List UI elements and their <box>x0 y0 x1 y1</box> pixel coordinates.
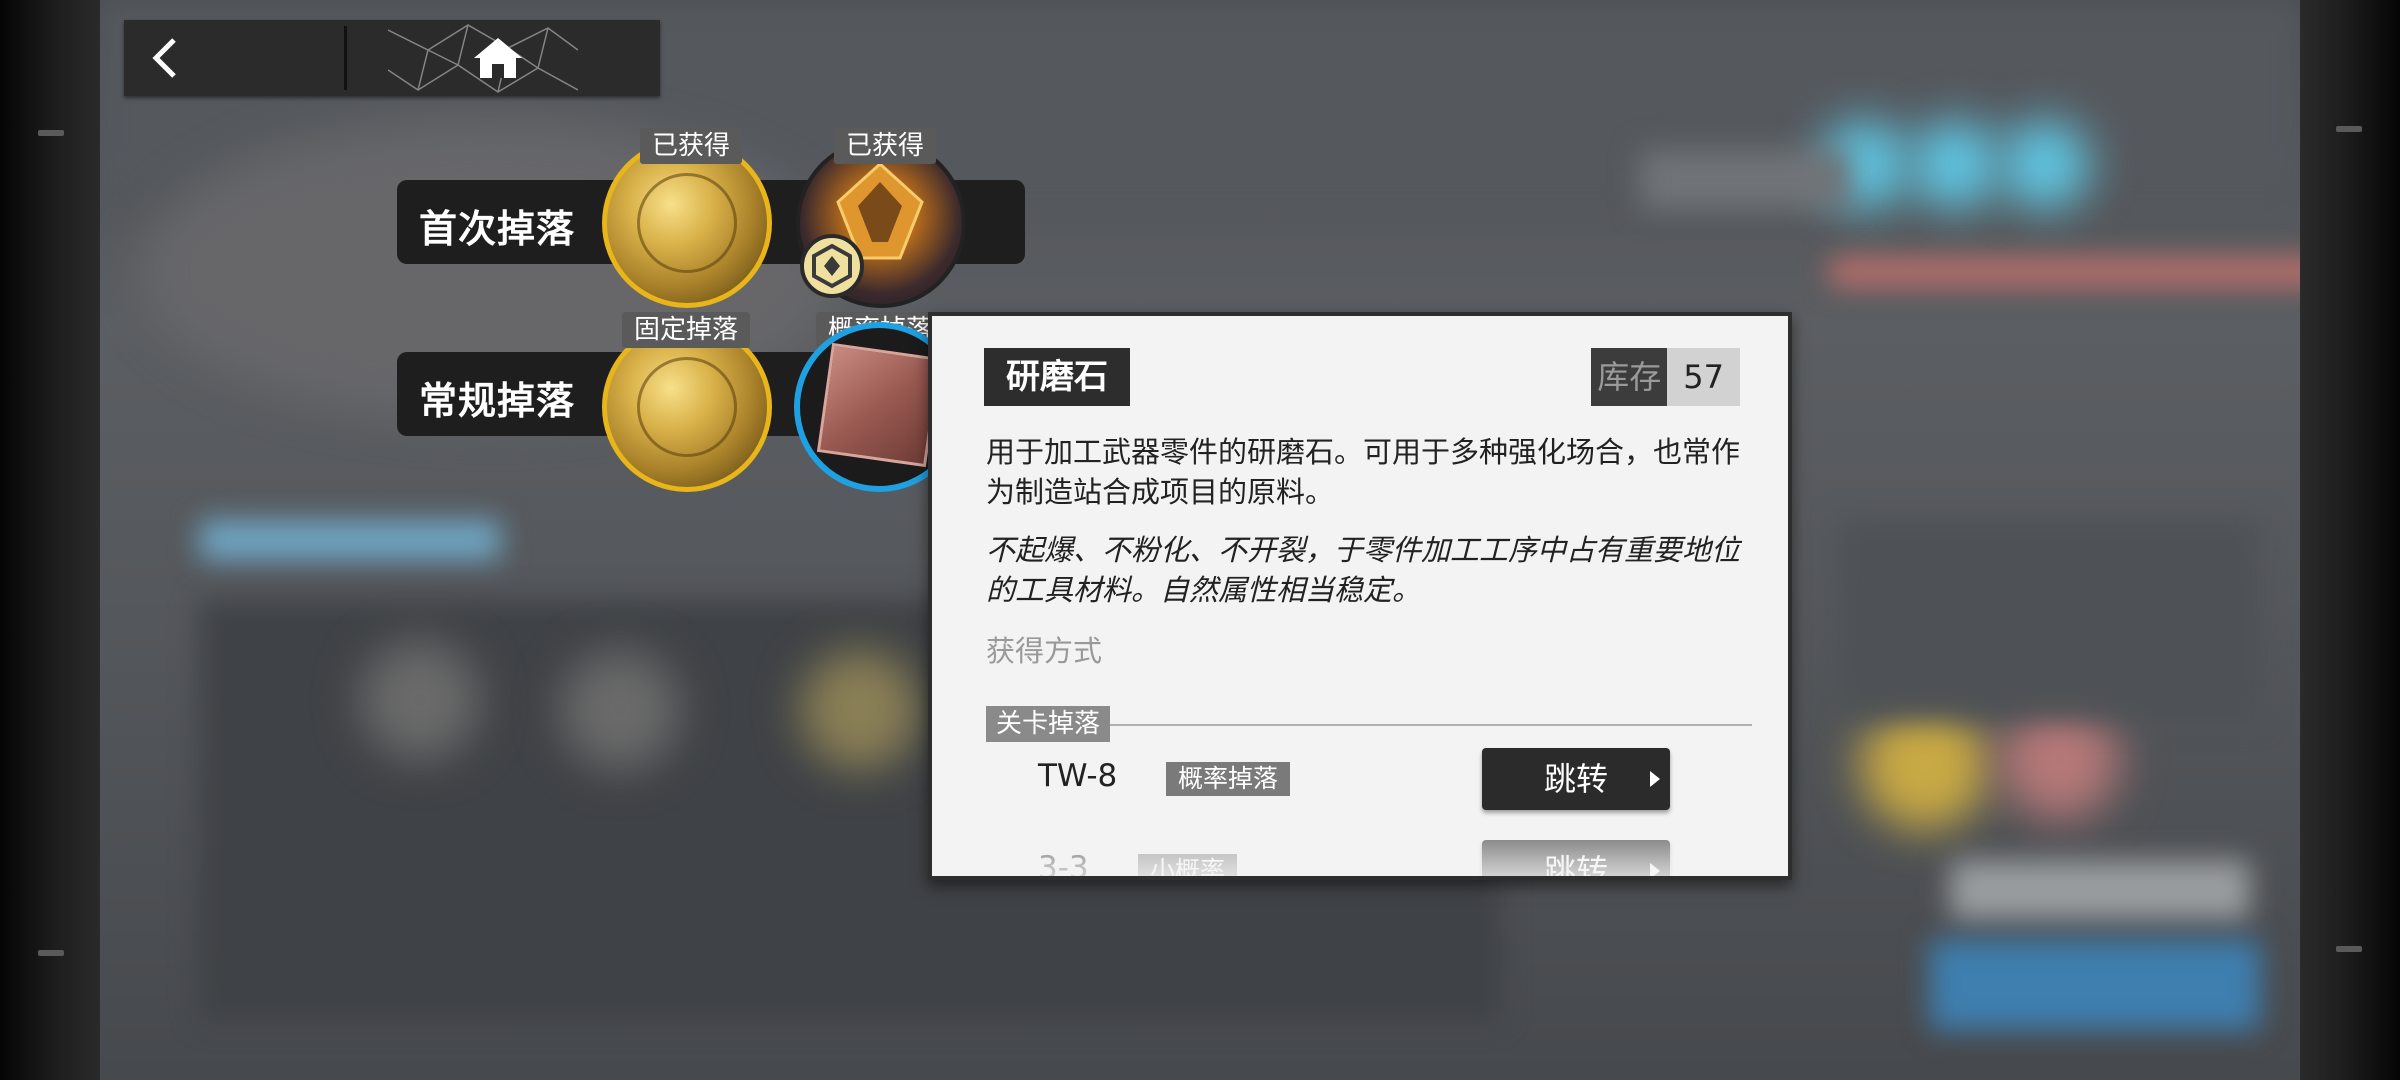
regular-drop-label: 常规掉落 <box>419 379 576 423</box>
bezel-notch <box>2336 946 2362 952</box>
stage-drop-tag: 概率掉落 <box>1166 762 1291 796</box>
scroll-fade <box>932 836 1788 876</box>
item-detail-popup: 研磨石 库存 57 用于加工武器零件的研磨石。可用于多种强化场合，也常作为制造站… <box>928 312 1792 880</box>
grindstone-icon <box>816 342 942 468</box>
home-icon <box>474 38 522 78</box>
item-description: 用于加工武器零件的研磨石。可用于多种强化场合，也常作为制造站合成项目的原料。 <box>986 435 1741 509</box>
coin-icon <box>637 173 737 273</box>
stage-row: TW-8 概率掉落 跳转 <box>986 748 1746 810</box>
chevron-left-icon <box>152 38 176 78</box>
stage-drop-section-tag: 关卡掉落 <box>986 706 1111 742</box>
item-name: 研磨石 <box>984 348 1130 406</box>
item-lore: 不起爆、不粉化、不开裂，于零件加工工序中占有重要地位的工具材料。自然属性相当稳定… <box>986 533 1741 607</box>
bezel-notch <box>38 130 64 136</box>
obtained-badge: 已获得 <box>640 128 743 164</box>
coin-icon <box>637 357 737 457</box>
obtained-badge: 已获得 <box>834 128 937 164</box>
obtain-method-title: 获得方式 <box>986 634 1103 668</box>
probability-drop-icon <box>800 234 864 298</box>
back-button[interactable] <box>124 20 342 96</box>
stage-name: TW-8 <box>1038 758 1118 794</box>
jump-button[interactable]: 跳转 <box>1482 748 1670 810</box>
hexagon-icon <box>812 243 852 289</box>
left-bezel <box>0 0 100 1080</box>
first-drop-label: 首次掉落 <box>419 207 576 251</box>
stock-display: 库存 57 <box>1591 348 1740 406</box>
bezel-notch <box>2336 126 2362 132</box>
right-bezel <box>2300 0 2400 1080</box>
nav-divider <box>344 26 347 90</box>
stock-label: 库存 <box>1591 348 1668 406</box>
jump-label: 跳转 <box>1543 760 1608 798</box>
arrow-right-icon <box>1650 771 1660 787</box>
top-nav-bar <box>124 20 660 96</box>
bezel-notch <box>38 950 64 956</box>
stock-value: 57 <box>1667 348 1740 406</box>
home-button[interactable] <box>350 20 660 96</box>
fixed-drop-badge: 固定掉落 <box>622 312 751 348</box>
